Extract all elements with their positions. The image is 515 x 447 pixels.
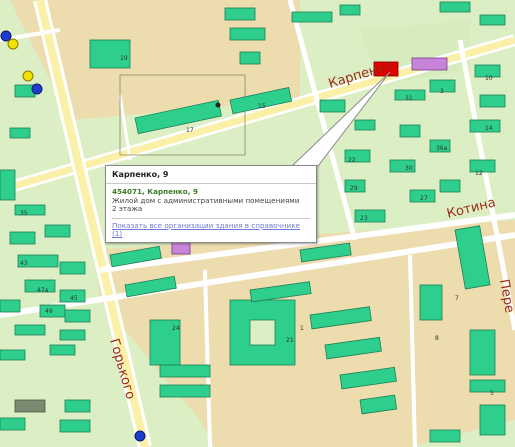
show-organizations-link[interactable]: Показать все организации здания в справо… [112, 217, 310, 239]
popup-title: Карпенко, 9 [106, 166, 316, 184]
popup-floors: 2 этажа [112, 204, 143, 214]
map-view[interactable]: 17 15 21 36а 19 22 47а 43 30 29 35 27 45… [0, 0, 515, 447]
show-organizations-link-text[interactable]: Показать все организации здания в справо… [112, 221, 300, 230]
building-info-popup[interactable]: Карпенко, 9 454071, Карпенко, 9 Жилой до… [105, 165, 317, 243]
show-organizations-link-count[interactable]: (1) [112, 229, 122, 239]
